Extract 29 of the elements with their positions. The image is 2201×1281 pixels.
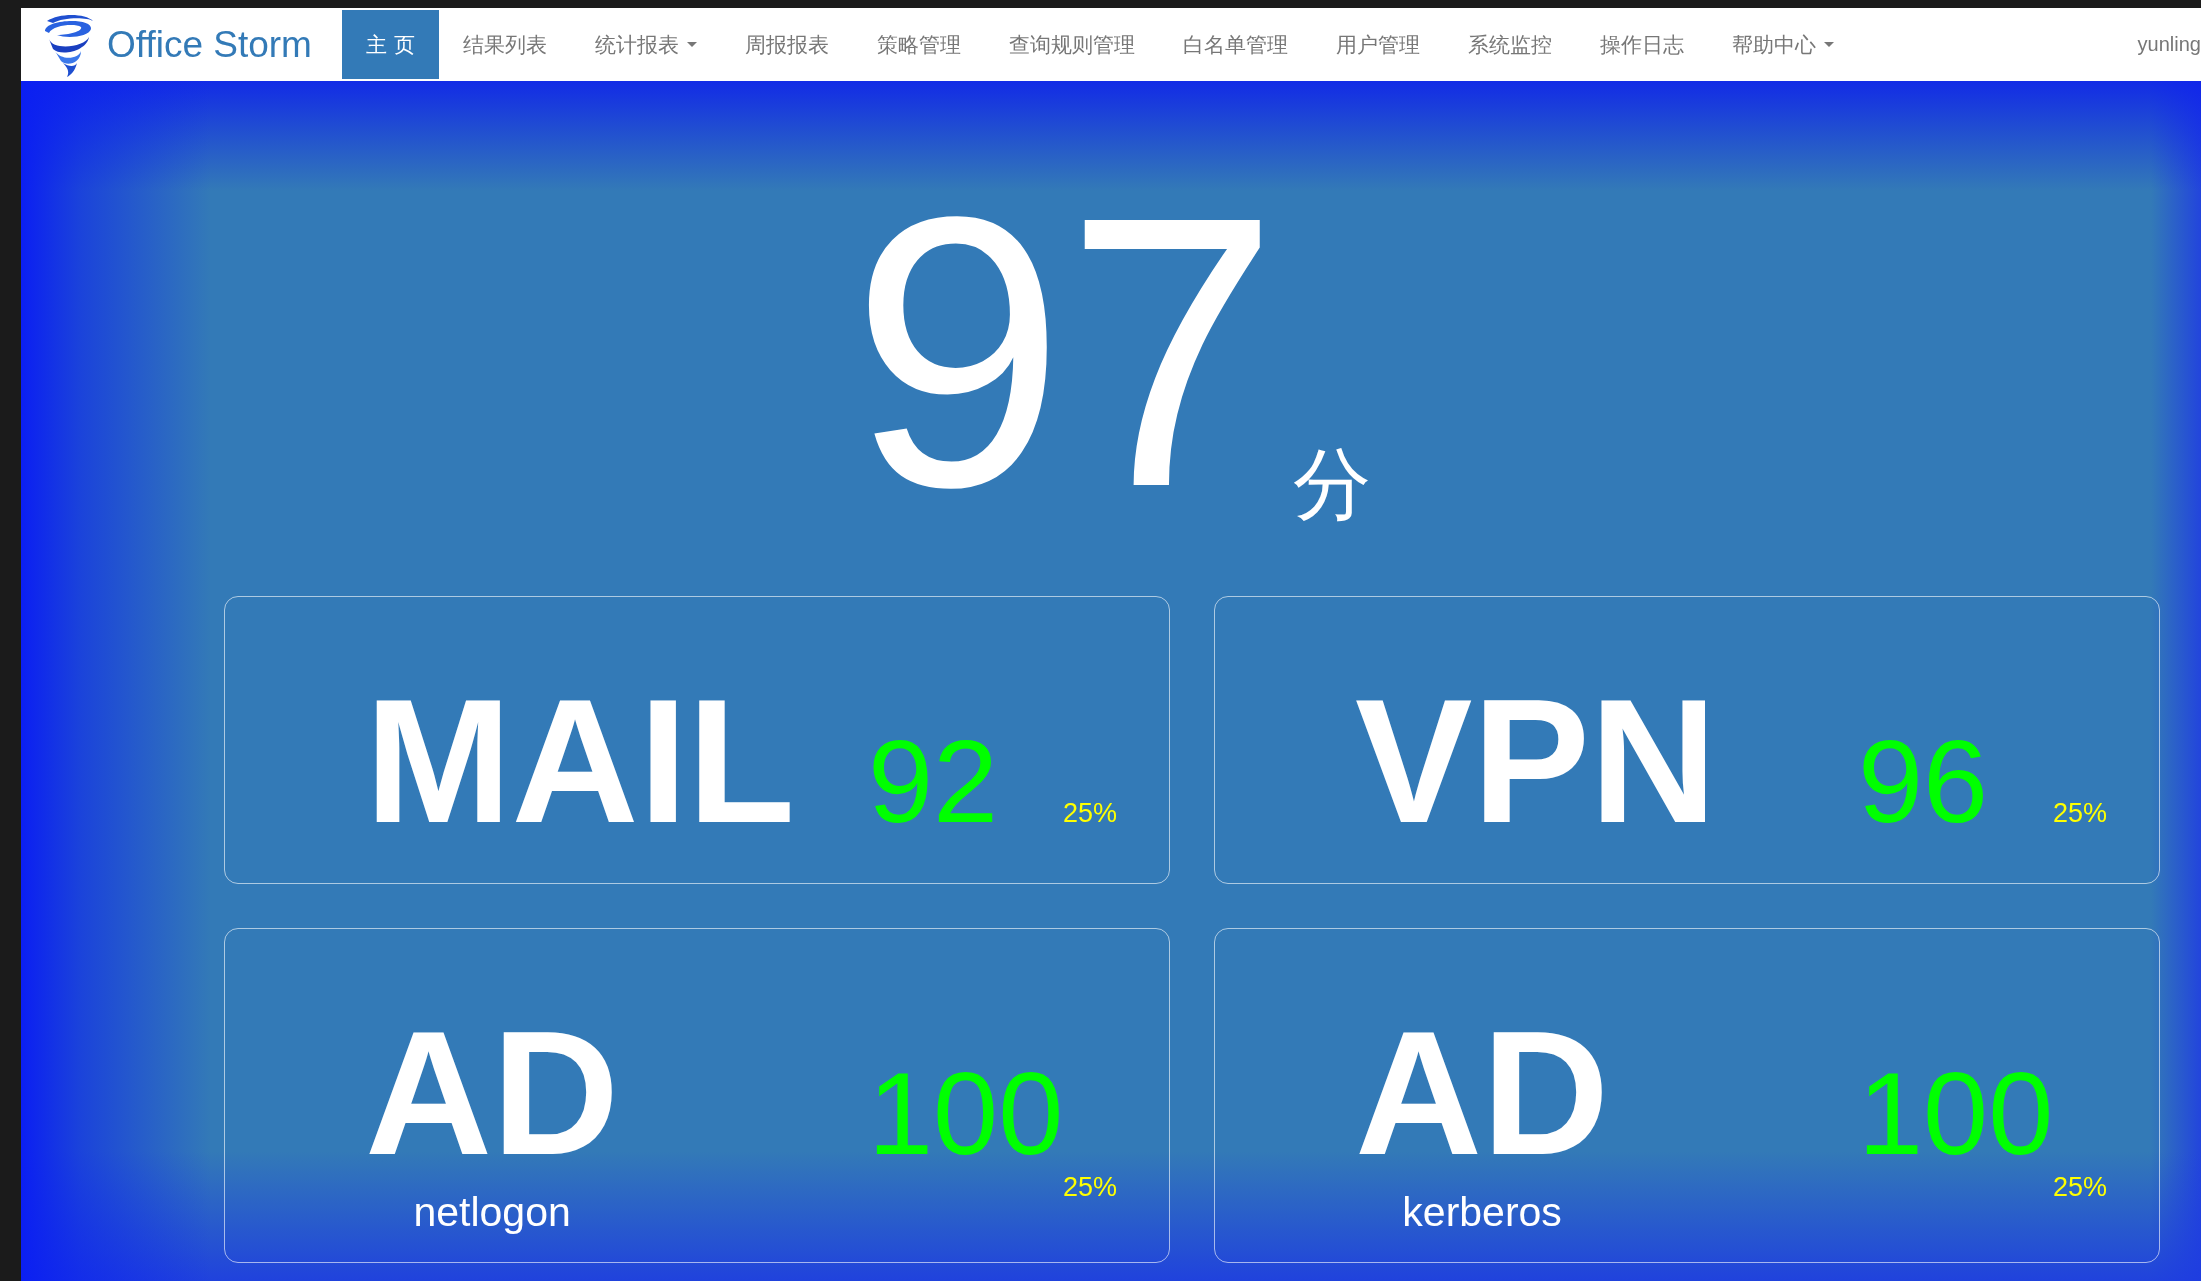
nav-tab[interactable]: 策略管理 xyxy=(852,8,985,81)
service-score: 100 xyxy=(868,1055,1063,1172)
nav-tab[interactable]: 操作日志 xyxy=(1575,8,1708,81)
service-score: 96 xyxy=(1858,723,1990,840)
service-name: AD xyxy=(1355,1005,1610,1181)
nav-tab[interactable]: 用户管理 xyxy=(1311,8,1444,81)
nav-tab[interactable]: 帮助中心 xyxy=(1707,8,1858,81)
service-score: 100 xyxy=(1858,1055,2053,1172)
total-score: 97 xyxy=(850,159,1280,544)
brand-name[interactable]: Office Storm xyxy=(107,23,312,66)
score-unit: 分 xyxy=(1293,438,1372,531)
nav-tab[interactable]: 系统监控 xyxy=(1443,8,1576,81)
weight-percent: 25% xyxy=(1063,1172,1118,1203)
nav-tab[interactable]: 主 页 xyxy=(341,10,439,79)
service-name: AD xyxy=(365,1005,620,1181)
service-subtitle: netlogon xyxy=(413,1189,571,1236)
service-score: 92 xyxy=(868,723,1000,840)
weight-percent: 25% xyxy=(2053,798,2108,829)
user-name[interactable]: yunling xyxy=(2137,8,2201,81)
nav-tab[interactable]: 统计报表 xyxy=(570,8,721,81)
nav-tab[interactable]: 白名单管理 xyxy=(1158,8,1312,81)
nav-tab[interactable]: 查询规则管理 xyxy=(984,8,1159,81)
nav-tab[interactable]: 周报报表 xyxy=(720,8,853,81)
nav-tab[interactable]: 结果列表 xyxy=(438,8,571,81)
service-name: MAIL xyxy=(365,673,796,849)
service-name: VPN xyxy=(1355,673,1717,849)
weight-percent: 25% xyxy=(2053,1172,2108,1203)
service-subtitle: kerberos xyxy=(1402,1189,1562,1236)
weight-percent: 25% xyxy=(1063,798,1118,829)
